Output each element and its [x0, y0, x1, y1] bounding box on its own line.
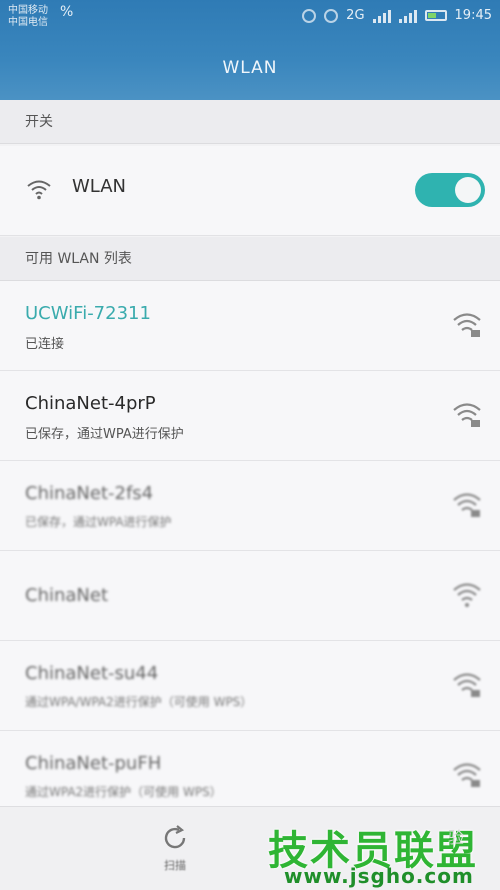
network-item-chinanet[interactable]: ChinaNet: [0, 551, 500, 641]
scan-button[interactable]: 扫描: [152, 823, 198, 877]
watermark-side-text: 验: [448, 828, 465, 847]
wlan-toggle-row[interactable]: WLAN: [0, 146, 500, 236]
section-header-wlan-list: 可用 WLAN 列表: [0, 237, 500, 281]
watermark-url: www.jsgho.com: [284, 864, 474, 888]
network-name: ChinaNet-puFH: [25, 753, 162, 774]
network-item-chinanet-4prp[interactable]: ChinaNet-4prP 已保存，通过WPA进行保护: [0, 371, 500, 461]
clock: 19:45: [454, 8, 492, 23]
wifi-icon: [27, 180, 51, 200]
page-title: WLAN: [222, 58, 278, 78]
wifi-locked-signal-icon: [453, 673, 481, 697]
network-status: 已保存，通过WPA进行保护: [25, 515, 172, 529]
wifi-signal-icon: [453, 583, 481, 607]
network-status: 通过WPA2进行保护（可使用 WPS）: [25, 785, 222, 799]
signal-2-icon: [398, 9, 417, 23]
network-name: ChinaNet-2fs4: [25, 483, 154, 504]
network-name: ChinaNet-su44: [25, 663, 159, 684]
battery-icon: [424, 10, 447, 21]
carrier-info: 中国移动 中国电信: [8, 5, 48, 29]
switch-knob: [455, 177, 481, 203]
network-name: ChinaNet: [25, 585, 109, 606]
carrier-percent: %: [60, 4, 74, 20]
status-bar: 中国移动 中国电信 % 2G 19:45: [0, 0, 500, 36]
network-status: 已连接: [25, 337, 65, 352]
wifi-locked-signal-icon: [453, 403, 481, 427]
network-item-chinanet-su44[interactable]: ChinaNet-su44 通过WPA/WPA2进行保护（可使用 WPS）: [0, 641, 500, 731]
status-icons: 2G 19:45: [302, 8, 492, 23]
wifi-locked-signal-icon: [453, 763, 481, 787]
scan-label: 扫描: [164, 859, 186, 872]
signal-icon: [372, 9, 391, 23]
wifi-locked-signal-icon: [453, 313, 481, 337]
network-status: 通过WPA/WPA2进行保护（可使用 WPS）: [25, 695, 253, 709]
eye-icon: [324, 8, 339, 23]
wlan-toggle-label: WLAN: [72, 176, 127, 197]
network-item-ucwifi[interactable]: UCWiFi-72311 已连接: [0, 281, 500, 371]
network-name: ChinaNet-4prP: [25, 393, 156, 414]
carrier-line-2: 中国电信: [8, 17, 48, 28]
refresh-icon: [164, 825, 186, 849]
network-type-label: 2G: [346, 8, 365, 23]
network-name: UCWiFi-72311: [25, 303, 151, 324]
section-header-switch: 开关: [0, 100, 500, 144]
wifi-locked-signal-icon: [453, 493, 481, 517]
network-item-chinanet-2fs4[interactable]: ChinaNet-2fs4 已保存，通过WPA进行保护: [0, 461, 500, 551]
network-status: 已保存，通过WPA进行保护: [25, 427, 184, 442]
app-bar: 中国移动 中国电信 % 2G 19:45 WLAN: [0, 0, 500, 100]
carrier-line-1: 中国移动: [8, 5, 48, 16]
wlan-switch[interactable]: [415, 173, 485, 207]
alarm-icon: [302, 8, 317, 23]
